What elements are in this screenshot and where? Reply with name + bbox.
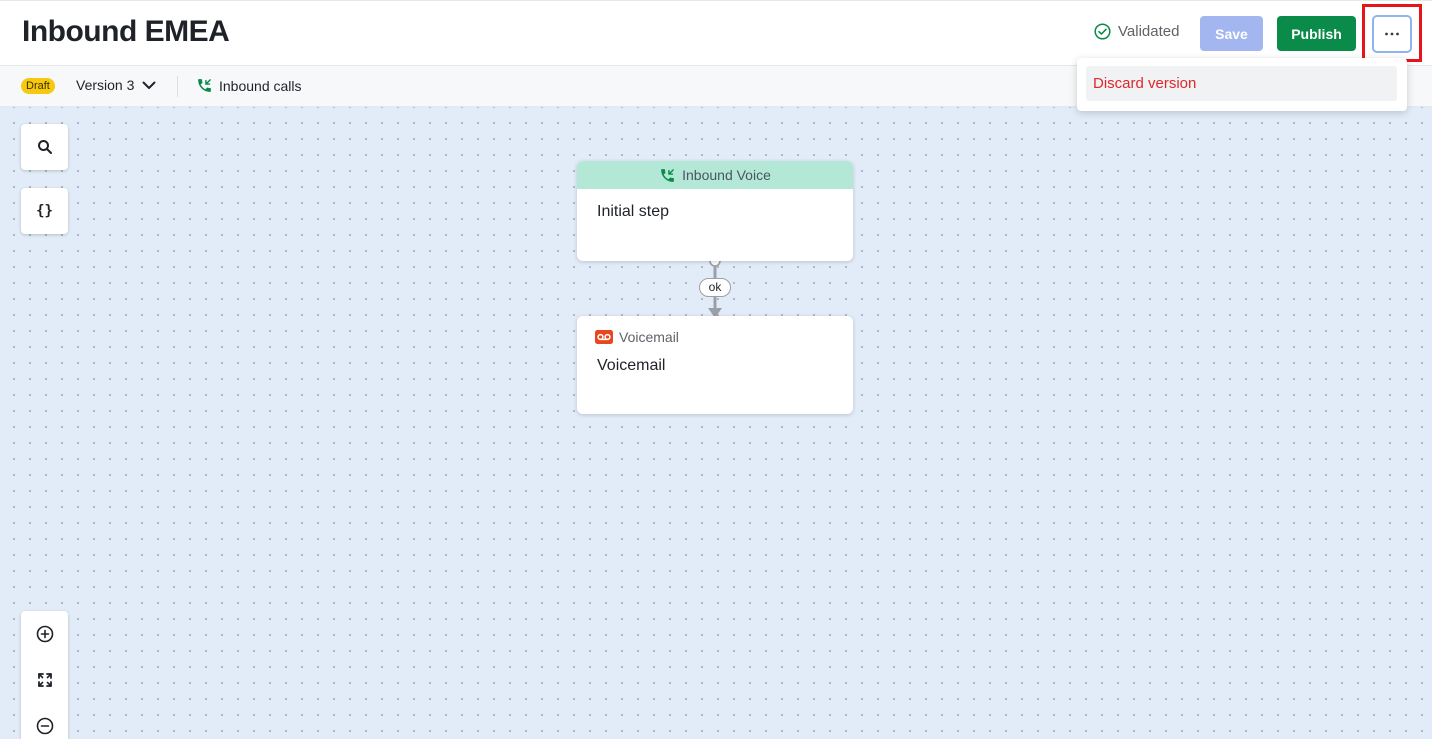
discard-version-menu-item[interactable]: Discard version <box>1086 66 1397 101</box>
node-header: Inbound Voice <box>577 161 853 189</box>
incoming-call-icon <box>198 79 211 92</box>
save-button[interactable]: Save <box>1200 16 1263 51</box>
flow-node-initial-step[interactable]: Inbound Voice Initial step <box>577 161 853 261</box>
version-selector[interactable]: Version 3 <box>76 77 156 93</box>
chevron-down-icon <box>142 81 156 89</box>
publish-button[interactable]: Publish <box>1277 16 1356 51</box>
highlight-box <box>1362 4 1422 62</box>
node-title: Voicemail <box>597 357 666 374</box>
edge-label: ok <box>699 278 731 297</box>
more-options-menu: Discard version <box>1077 58 1407 111</box>
version-label: Version 3 <box>76 77 135 93</box>
node-type-label: Voicemail <box>619 329 679 345</box>
node-type: Voicemail <box>595 329 679 345</box>
page-title: Inbound EMEA <box>22 15 230 48</box>
flow-node-voicemail[interactable]: Voicemail Voicemail <box>577 316 853 414</box>
trigger-label: Inbound calls <box>219 77 302 94</box>
trigger-info: Inbound calls <box>196 77 302 94</box>
flow-canvas[interactable]: {} ok Inbound Voice Initial step Voicema… <box>0 107 1432 739</box>
node-title: Initial step <box>597 203 670 220</box>
draft-badge: Draft <box>21 78 55 94</box>
check-circle-icon <box>1094 23 1111 40</box>
toolbar-divider <box>177 76 178 97</box>
page-header: Inbound EMEA Validated Save Publish <box>0 0 1432 66</box>
node-header-label: Inbound Voice <box>682 167 771 183</box>
validation-status-label: Validated <box>1118 23 1180 40</box>
incoming-call-icon <box>661 168 674 182</box>
validation-status: Validated <box>1094 23 1179 40</box>
voicemail-icon <box>595 330 613 344</box>
